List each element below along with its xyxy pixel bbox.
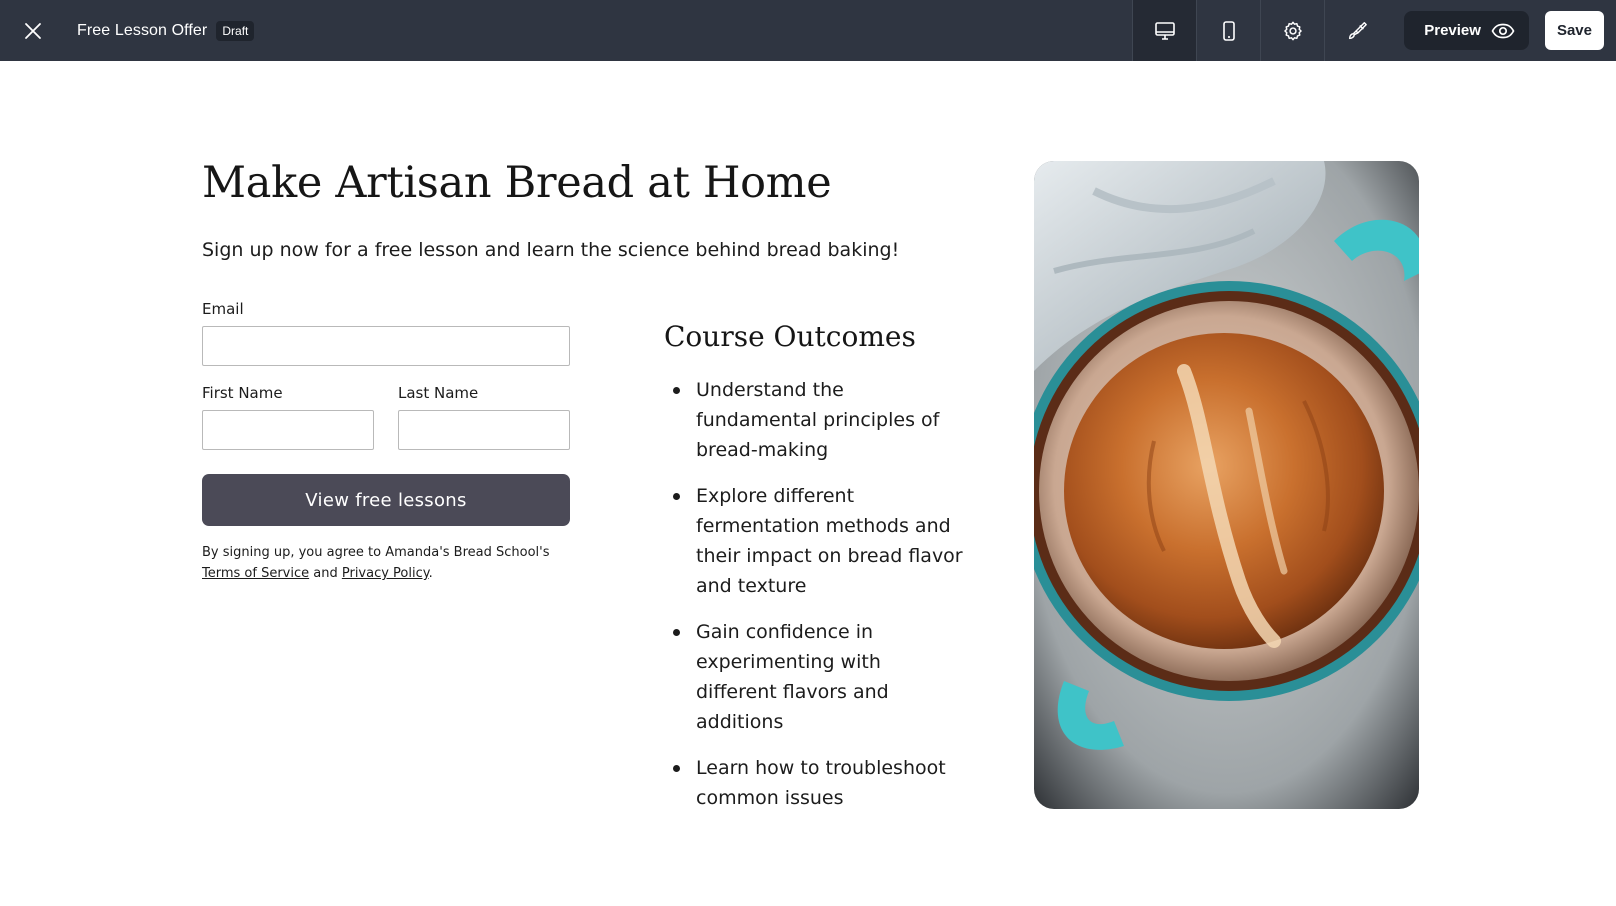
bread-in-dutch-oven-image — [1034, 161, 1419, 809]
list-item: Explore different fermentation methods a… — [664, 481, 964, 601]
status-badge: Draft — [216, 20, 255, 41]
mobile-view-button[interactable] — [1196, 0, 1260, 61]
preview-label: Preview — [1424, 22, 1481, 39]
bullet-icon — [673, 493, 680, 500]
page-subheadline: Sign up now for a free lesson and learn … — [202, 239, 900, 261]
legal-disclaimer: By signing up, you agree to Amanda's Bre… — [202, 542, 570, 584]
bullet-icon — [673, 629, 680, 636]
outcomes-list: Understand the fundamental principles of… — [664, 375, 964, 813]
outcome-text: Gain confidence in experimenting with di… — [696, 621, 889, 733]
email-field[interactable] — [202, 326, 570, 366]
toolbar-actions: Preview Save — [1132, 0, 1616, 61]
hero-image — [1034, 161, 1419, 809]
list-item: Learn how to troubleshoot common issues — [664, 753, 964, 813]
legal-suffix: . — [428, 566, 433, 581]
phone-icon — [1222, 20, 1235, 41]
page-headline: Make Artisan Bread at Home — [202, 158, 832, 208]
view-free-lessons-button[interactable]: View free lessons — [202, 474, 570, 526]
first-name-field[interactable] — [202, 410, 374, 450]
first-name-label: First Name — [202, 384, 283, 402]
bullet-icon — [673, 387, 680, 394]
list-item: Gain confidence in experimenting with di… — [664, 617, 964, 737]
list-item: Understand the fundamental principles of… — [664, 375, 964, 465]
eye-icon — [1491, 23, 1515, 38]
last-name-label: Last Name — [398, 384, 479, 402]
monitor-icon — [1154, 21, 1175, 40]
save-button[interactable]: Save — [1544, 11, 1604, 50]
settings-button[interactable] — [1260, 0, 1324, 61]
desktop-view-button[interactable] — [1132, 0, 1197, 61]
bullet-icon — [673, 765, 680, 772]
outcome-text: Understand the fundamental principles of… — [696, 379, 940, 461]
last-name-field[interactable] — [398, 410, 570, 450]
design-button[interactable] — [1324, 0, 1388, 61]
email-label: Email — [202, 300, 244, 318]
outcome-text: Learn how to troubleshoot common issues — [696, 757, 946, 809]
close-editor-button[interactable] — [0, 0, 66, 61]
gear-icon — [1283, 21, 1302, 40]
legal-prefix: By signing up, you agree to Amanda's Bre… — [202, 545, 550, 560]
close-icon — [25, 22, 41, 39]
document-title: Free Lesson Offer — [77, 21, 208, 39]
name-row: First Name Last Name — [202, 384, 570, 450]
last-name-group: Last Name — [398, 384, 570, 450]
paintbrush-icon — [1348, 21, 1367, 39]
editor-toolbar: Free Lesson Offer Draft Preview Save — [0, 0, 1616, 61]
preview-button[interactable]: Preview — [1404, 11, 1529, 50]
first-name-group: First Name — [202, 384, 374, 450]
course-outcomes: Course Outcomes Understand the fundament… — [664, 320, 964, 829]
outcome-text: Explore different fermentation methods a… — [696, 485, 963, 597]
legal-and: and — [309, 566, 342, 581]
terms-of-service-link[interactable]: Terms of Service — [202, 566, 309, 581]
signup-form: Email First Name Last Name View free les… — [202, 300, 570, 584]
privacy-policy-link[interactable]: Privacy Policy — [342, 566, 429, 581]
outcomes-title: Course Outcomes — [664, 320, 916, 353]
